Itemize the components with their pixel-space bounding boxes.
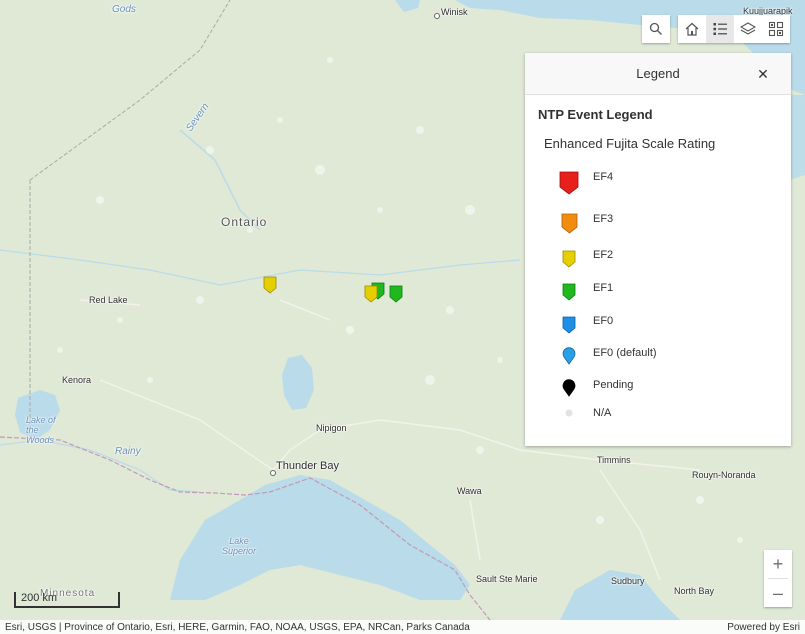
attribution-bar: Esri, USGS | Province of Ontario, Esri, …: [0, 620, 805, 634]
legend-panel-header: Legend ✕: [525, 53, 791, 95]
legend-list-icon: [713, 23, 727, 35]
place-label-red-lake: Red Lake: [89, 295, 128, 305]
map-toolbar: [678, 15, 790, 43]
legend-item-label: EF4: [593, 171, 614, 183]
place-label-north-bay: North Bay: [674, 586, 715, 596]
legend-item-label: Pending: [593, 379, 634, 391]
legend-item-label: N/A: [593, 407, 612, 419]
home-button[interactable]: [678, 15, 706, 43]
place-label-rainy: Rainy: [115, 446, 141, 457]
place-label-sault-ste-marie: Sault Ste Marie: [476, 574, 538, 584]
scale-bar: 200 km: [14, 592, 120, 608]
zoom-in-button[interactable]: +: [764, 550, 792, 578]
ef3-marker-icon: [561, 213, 577, 234]
powered-by-esri[interactable]: Powered by Esri: [727, 622, 800, 633]
place-label-lake-of-the-woods: Lake of the Woods: [26, 415, 56, 445]
search-icon: [649, 22, 662, 35]
ef2-marker-icon: [562, 250, 576, 268]
place-label-nipigon: Nipigon: [316, 423, 347, 433]
ef0-default-marker-icon: [562, 347, 576, 365]
scale-bar-label: 200 km: [21, 592, 58, 604]
zoom-out-button[interactable]: –: [764, 579, 792, 607]
close-icon[interactable]: ✕: [753, 64, 773, 84]
legend-panel: Legend ✕ NTP Event Legend Enhanced Fujit…: [525, 53, 791, 446]
layers-button[interactable]: [734, 15, 762, 43]
place-label-winisk: Winisk: [441, 7, 468, 17]
basemap-gallery-icon: [768, 21, 784, 37]
legend-panel-title: Legend: [636, 66, 680, 81]
legend-item-ef4: EF4: [555, 171, 613, 195]
zoom-control: + –: [764, 550, 792, 607]
place-label-rouyn-noranda: Rouyn-Noranda: [692, 470, 756, 480]
legend-item-label: EF1: [593, 282, 614, 294]
place-label-gods: Gods: [112, 4, 136, 15]
legend-field-title: Enhanced Fujita Scale Rating: [544, 136, 716, 151]
event-marker-ef2[interactable]: [263, 276, 277, 294]
pending-marker-icon: [562, 379, 576, 397]
event-marker-ef2[interactable]: [364, 285, 378, 303]
ef0-marker-icon: [562, 316, 576, 334]
place-label-thunder-bay: Thunder Bay: [276, 460, 339, 472]
place-label-wawa: Wawa: [457, 486, 482, 496]
legend-item-pending: Pending: [555, 379, 633, 397]
legend-item-ef0: EF0: [555, 315, 614, 334]
legend-item-ef2: EF2: [555, 249, 614, 268]
legend-item-ef0-default: EF0 (default): [555, 347, 657, 365]
place-label-sudbury: Sudbury: [611, 576, 645, 586]
legend-layer-title: NTP Event Legend: [538, 107, 653, 122]
legend-item-label: EF0 (default): [593, 347, 657, 359]
place-label-ontario: Ontario: [221, 215, 268, 229]
legend-button[interactable]: [706, 15, 734, 43]
ef1-marker-icon: [562, 283, 576, 301]
search-button[interactable]: [642, 15, 670, 43]
legend-item-na: N/A: [555, 407, 611, 419]
place-label-lake-superior: Lake Superior: [221, 536, 257, 556]
legend-item-label: EF2: [593, 249, 614, 261]
legend-item-ef3: EF3: [555, 213, 613, 234]
basemap-gallery-button[interactable]: [762, 15, 790, 43]
legend-item-label: EF3: [593, 212, 614, 225]
na-dot-icon: [565, 409, 573, 417]
place-label-timmins: Timmins: [597, 455, 631, 465]
layers-icon: [740, 22, 756, 35]
legend-item-ef1: EF1: [555, 282, 614, 301]
place-label-kenora: Kenora: [62, 375, 92, 385]
legend-item-label: EF0: [593, 315, 614, 327]
attribution-sources[interactable]: Esri, USGS | Province of Ontario, Esri, …: [5, 622, 470, 633]
home-icon: [685, 22, 699, 36]
event-marker-ef1[interactable]: [389, 285, 403, 303]
ef4-marker-icon: [559, 171, 579, 195]
